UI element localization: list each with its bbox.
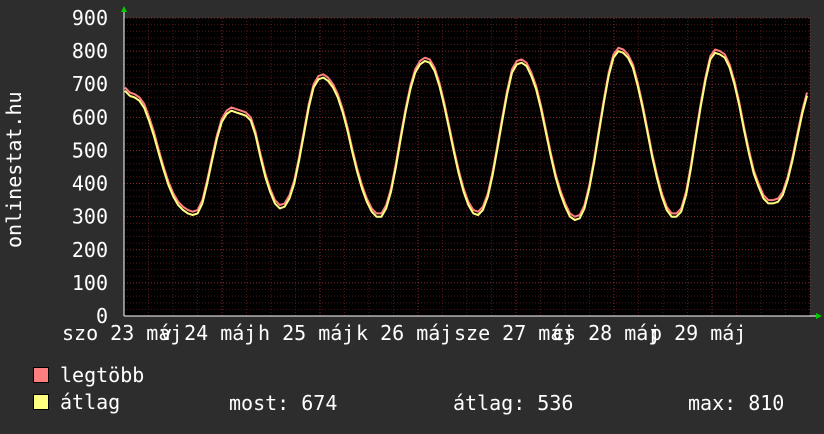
y-tick-label: 200 [72, 238, 108, 262]
legend-swatch-legtobb [33, 367, 49, 383]
stat-max: max: 810 [688, 391, 784, 415]
x-axis-arrow [816, 313, 822, 319]
stat-now: most: 674 [229, 391, 337, 415]
x-tick-label: k 26 máj [356, 321, 452, 345]
legend-swatch-atlag [33, 394, 49, 410]
y-tick-label: 100 [72, 271, 108, 295]
y-tick-label: 500 [72, 138, 108, 162]
stat-max-label: max: [688, 391, 737, 415]
y-tick-label: 900 [72, 6, 108, 30]
stat-now-label: most: [229, 391, 290, 415]
x-tick-label: v 24 máj [160, 321, 256, 345]
legend-item-atlag: átlag [33, 390, 120, 414]
x-tick-label: cs 28 máj [552, 321, 660, 345]
y-axis-arrow [121, 6, 127, 12]
stat-avg-label: átlag: [453, 391, 526, 415]
y-axis-label: onlinestat.hu [2, 91, 26, 248]
stat-max-value: 810 [748, 391, 785, 415]
y-tick-label: 800 [72, 39, 108, 63]
y-tick-label: 600 [72, 105, 108, 129]
legend-label-atlag: átlag [60, 390, 121, 414]
stat-avg-value: 536 [537, 391, 574, 415]
legend-label-legtobb: legtöbb [60, 363, 145, 387]
x-tick-label: h 25 máj [258, 321, 354, 345]
x-tick-label: p 29 máj [650, 321, 746, 345]
legend-item-legtobb: legtöbb [33, 363, 144, 387]
stat-now-value: 674 [301, 391, 338, 415]
y-tick-label: 700 [72, 72, 108, 96]
y-tick-label: 400 [72, 172, 108, 196]
plot-area [124, 18, 810, 316]
stat-avg: átlag: 536 [453, 391, 573, 415]
y-tick-label: 300 [72, 205, 108, 229]
